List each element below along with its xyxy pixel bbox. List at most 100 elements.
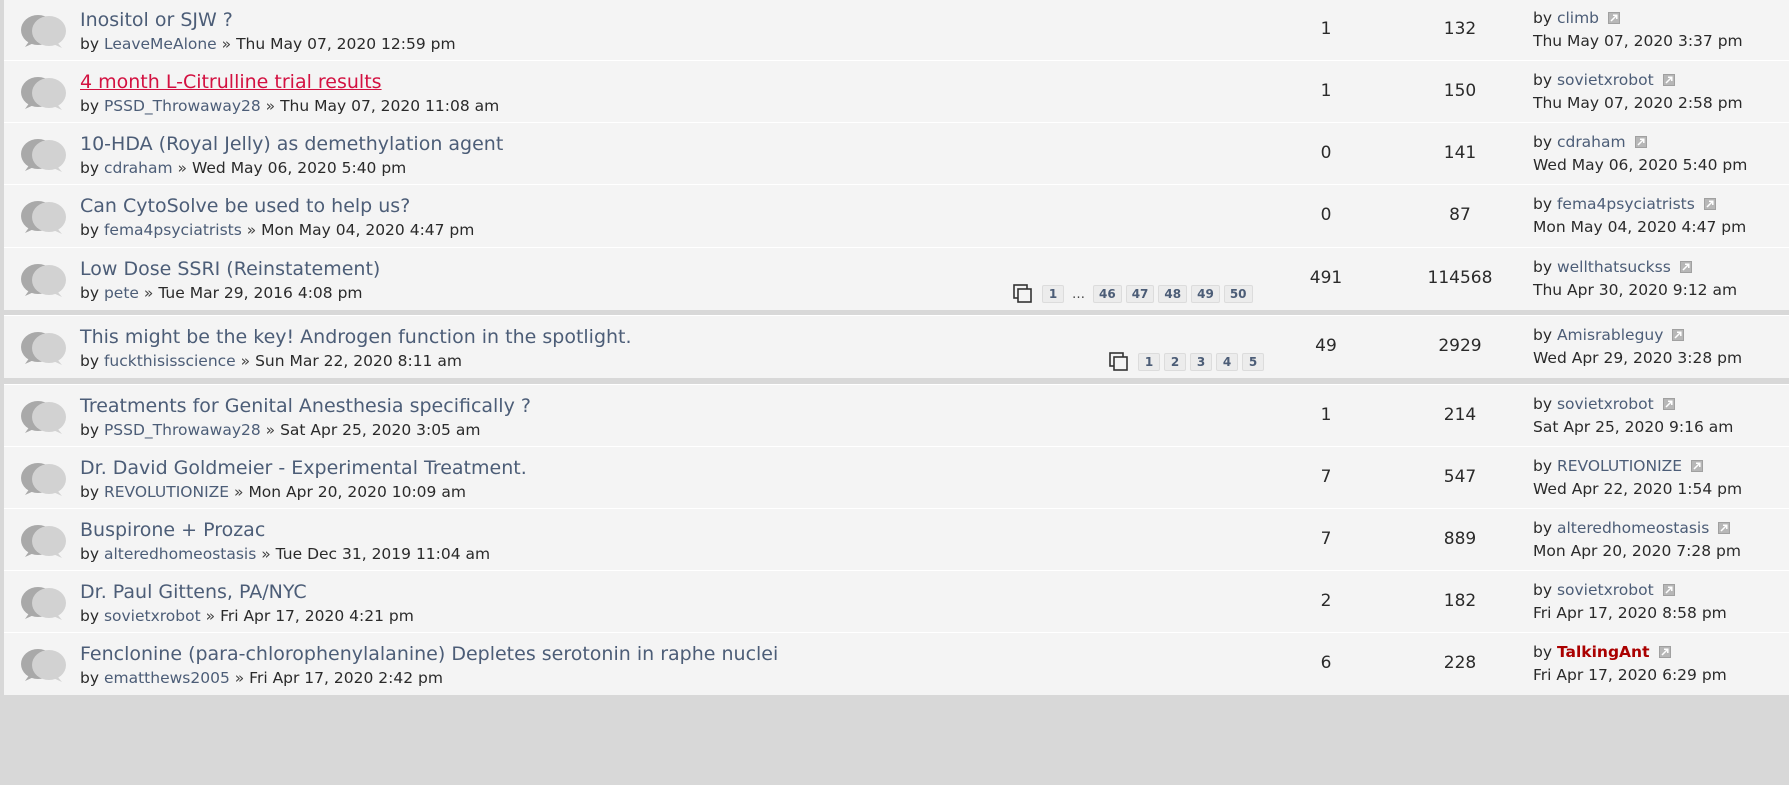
topic-bubble-icon: [16, 520, 72, 560]
last-post-date: Fri Apr 17, 2020 6:29 pm: [1533, 666, 1727, 684]
topic-title-link[interactable]: Dr. David Goldmeier - Experimental Treat…: [80, 457, 527, 479]
author-link[interactable]: ematthews2005: [104, 669, 230, 687]
last-post-date: Fri Apr 17, 2020 8:58 pm: [1533, 604, 1727, 622]
last-post: by alteredhomeostasis Mon Apr 20, 2020 7:…: [1533, 517, 1741, 562]
topic-title-link[interactable]: Low Dose SSRI (Reinstatement): [80, 258, 380, 280]
topic-title-link[interactable]: Treatments for Genital Anesthesia specif…: [80, 395, 531, 417]
last-post-author-link[interactable]: sovietxrobot: [1557, 395, 1654, 413]
topic-row: Fenclonine (para-chlorophenylalanine) De…: [4, 632, 1789, 695]
topic-row: Can CytoSolve be used to help us? by fema…: [4, 184, 1789, 247]
topic-title-link[interactable]: Dr. Paul Gittens, PA/NYC: [80, 581, 307, 603]
separator: »: [234, 483, 244, 501]
page-link[interactable]: 46: [1093, 285, 1122, 303]
goto-last-post-icon[interactable]: [1662, 70, 1675, 86]
replies-count: 49: [1315, 336, 1337, 356]
views-count: 114568: [1427, 268, 1493, 288]
goto-last-post-icon[interactable]: [1691, 456, 1704, 472]
replies-count: 491: [1309, 268, 1343, 288]
last-post: by wellthatsuckss Thu Apr 30, 2020 9:12 a…: [1533, 256, 1737, 301]
goto-last-post-icon[interactable]: [1662, 580, 1675, 596]
separator: »: [265, 421, 276, 439]
topic-meta: by sovietxrobot » Fri Apr 17, 2020 4:21 …: [80, 607, 414, 625]
goto-last-post-icon[interactable]: [1658, 642, 1671, 658]
topic-title-link[interactable]: Inositol or SJW ?: [80, 9, 233, 31]
last-post-by: by sovietxrobot: [1533, 393, 1733, 416]
topic-list: Inositol or SJW ? by LeaveMeAlone » Thu M…: [0, 0, 1789, 785]
topic-meta: by PSSD_Throwaway28 » Thu May 07, 2020 1…: [80, 97, 499, 115]
last-post-author-link[interactable]: wellthatsuckss: [1557, 258, 1671, 276]
last-post-author-link[interactable]: alteredhomeostasis: [1557, 519, 1709, 537]
topic-title-link[interactable]: This might be the key! Androgen function…: [80, 326, 632, 348]
by-label: by: [1533, 195, 1553, 213]
goto-last-post-icon[interactable]: [1672, 325, 1685, 341]
last-post-author-link[interactable]: sovietxrobot: [1557, 581, 1654, 599]
goto-last-post-icon[interactable]: [1662, 394, 1675, 410]
by-label: by: [80, 545, 100, 563]
page-link[interactable]: 4: [1216, 353, 1238, 371]
topic-meta: by fema4psyciatrists » Mon May 04, 2020 …: [80, 221, 474, 239]
topic-meta: by REVOLUTIONIZE » Mon Apr 20, 2020 10:0…: [80, 483, 466, 501]
last-post-author-link[interactable]: fema4psyciatrists: [1557, 195, 1695, 213]
page-link[interactable]: 48: [1158, 285, 1188, 303]
topic-bubble-icon: [16, 134, 72, 174]
by-label: by: [80, 221, 100, 239]
last-post: by sovietxrobot Fri Apr 17, 2020 8:58 pm: [1533, 579, 1727, 624]
last-post-author-link[interactable]: sovietxrobot: [1557, 71, 1654, 89]
posted-date: Tue Mar 29, 2016 4:08 pm: [158, 284, 363, 302]
by-label: by: [1533, 258, 1553, 276]
topic-row: Treatments for Genital Anesthesia specif…: [4, 384, 1789, 447]
last-post-date: Wed Apr 22, 2020 1:54 pm: [1533, 480, 1743, 498]
topic-row: Low Dose SSRI (Reinstatement) by pete » T…: [4, 247, 1789, 310]
page-link[interactable]: 1: [1138, 353, 1160, 371]
last-post-date: Mon Apr 20, 2020 7:28 pm: [1533, 542, 1741, 560]
goto-last-post-icon[interactable]: [1679, 257, 1692, 273]
topic-bubble-icon: [16, 582, 72, 622]
views-count: 228: [1443, 653, 1477, 673]
author-link[interactable]: cdraham: [104, 159, 173, 177]
page-link[interactable]: 49: [1191, 285, 1220, 303]
by-label: by: [80, 97, 100, 115]
author-link[interactable]: REVOLUTIONIZE: [104, 483, 229, 501]
author-link[interactable]: LeaveMeAlone: [104, 35, 217, 53]
last-post-author-link[interactable]: TalkingAnt: [1557, 643, 1650, 661]
page-link[interactable]: 50: [1223, 285, 1253, 303]
page-link[interactable]: 1: [1042, 285, 1064, 303]
author-link[interactable]: fema4psyciatrists: [104, 221, 242, 239]
pagination-ellipsis: …: [1072, 286, 1085, 302]
last-post-author-link[interactable]: REVOLUTIONIZE: [1557, 457, 1682, 475]
page-link[interactable]: 5: [1242, 353, 1264, 371]
topic-title-link[interactable]: Can CytoSolve be used to help us?: [80, 195, 410, 217]
author-link[interactable]: fuckthisisscience: [104, 352, 236, 370]
last-post-date: Sat Apr 25, 2020 9:16 am: [1533, 418, 1734, 436]
page-link[interactable]: 47: [1125, 285, 1155, 303]
goto-last-post-icon[interactable]: [1718, 518, 1731, 534]
author-link[interactable]: pete: [104, 284, 139, 302]
topic-meta: by ematthews2005 » Fri Apr 17, 2020 2:42…: [80, 669, 443, 687]
posted-date: Mon Apr 20, 2020 10:09 am: [248, 483, 466, 501]
last-post: by sovietxrobot Thu May 07, 2020 2:58 pm: [1533, 69, 1743, 114]
author-link[interactable]: PSSD_Throwaway28: [104, 97, 261, 115]
author-link[interactable]: alteredhomeostasis: [104, 545, 256, 563]
topic-title-link[interactable]: Buspirone + Prozac: [80, 519, 265, 541]
topic-title-link[interactable]: Fenclonine (para-chlorophenylalanine) De…: [80, 643, 778, 665]
separator: »: [265, 97, 276, 115]
topic-title-link[interactable]: 10-HDA (Royal Jelly) as demethylation ag…: [80, 133, 503, 155]
last-post-by: by Amisrableguy: [1533, 324, 1742, 347]
last-post-author-link[interactable]: climb: [1557, 9, 1599, 27]
page-link[interactable]: 3: [1190, 353, 1212, 371]
author-link[interactable]: sovietxrobot: [104, 607, 201, 625]
views-count: 132: [1443, 19, 1477, 39]
last-post-author-link[interactable]: Amisrableguy: [1557, 326, 1663, 344]
last-post-author-link[interactable]: cdraham: [1557, 133, 1626, 151]
replies-count: 1: [1320, 81, 1332, 101]
goto-last-post-icon[interactable]: [1703, 194, 1716, 210]
goto-last-post-icon[interactable]: [1608, 8, 1621, 24]
last-post-date: Thu May 07, 2020 2:58 pm: [1533, 94, 1743, 112]
author-link[interactable]: PSSD_Throwaway28: [104, 421, 261, 439]
by-label: by: [80, 483, 100, 501]
topic-row: Inositol or SJW ? by LeaveMeAlone » Thu M…: [4, 0, 1789, 61]
topic-row: Dr. Paul Gittens, PA/NYC by sovietxrobot …: [4, 570, 1789, 633]
goto-last-post-icon[interactable]: [1634, 132, 1647, 148]
page-link[interactable]: 2: [1164, 353, 1186, 371]
topic-title-link[interactable]: 4 month L-Citrulline trial results: [80, 71, 382, 93]
